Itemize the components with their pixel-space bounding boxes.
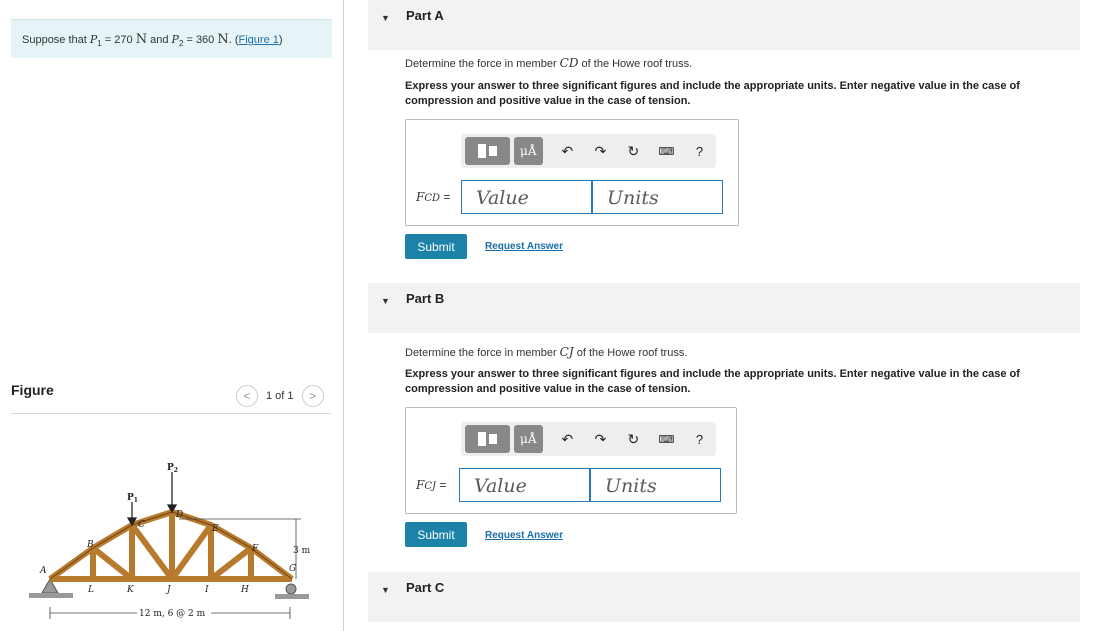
math-toolbar: μÅ ↶ ↷ ↻ ⌨ ?	[461, 422, 716, 456]
howe-truss-figure: P1 P2 A B C D E F G L K J I H 3 m 12 m, …	[29, 463, 311, 619]
part-a-instructions: Express your answer to three significant…	[405, 80, 1020, 107]
joint-l: L	[87, 585, 94, 595]
part-c-header[interactable]: ▼ Part C	[368, 572, 1080, 622]
part-a-header[interactable]: ▼ Part A	[368, 0, 1080, 50]
units-input[interactable]: Units	[592, 180, 723, 214]
part-b-question: Determine the force in member CJ of the …	[405, 345, 688, 359]
part-a-answer-box: μÅ ↶ ↷ ↻ ⌨ ? FCD = Value Units	[405, 119, 739, 226]
value-input[interactable]: Value	[461, 180, 592, 214]
figure-label: Figure	[11, 382, 54, 398]
field-label: FCD =	[416, 190, 451, 204]
prev-figure-button[interactable]: <	[236, 385, 258, 407]
joint-k: K	[126, 585, 135, 595]
request-answer-link[interactable]: Request Answer	[485, 241, 563, 252]
units-symbol-button[interactable]: μÅ	[513, 137, 543, 165]
joint-f: F	[251, 544, 259, 554]
undo-icon[interactable]: ↶	[551, 431, 584, 448]
templates-button[interactable]	[465, 137, 510, 165]
joint-c: C	[138, 520, 145, 530]
span-label: 12 m, 6 @ 2 m	[139, 609, 206, 619]
units-symbol-button[interactable]: μÅ	[513, 425, 543, 453]
reset-icon[interactable]: ↻	[617, 143, 650, 160]
help-icon[interactable]: ?	[683, 144, 716, 159]
right-support	[275, 583, 309, 599]
keyboard-icon[interactable]: ⌨	[650, 433, 683, 446]
part-a-question: Determine the force in member CD of the …	[405, 56, 693, 70]
math-toolbar: μÅ ↶ ↷ ↻ ⌨ ?	[461, 134, 716, 168]
redo-icon[interactable]: ↷	[584, 143, 617, 160]
load-p2-label: P2	[167, 463, 178, 474]
templates-button[interactable]	[465, 425, 510, 453]
field-label: FCJ =	[416, 478, 447, 492]
submit-button[interactable]: Submit	[405, 522, 467, 547]
help-icon[interactable]: ?	[683, 432, 716, 447]
submit-button[interactable]: Submit	[405, 234, 467, 259]
joint-g: G	[289, 564, 296, 574]
load-p1-label: P1	[127, 493, 138, 504]
joint-j: J	[165, 585, 172, 595]
request-answer-link[interactable]: Request Answer	[485, 530, 563, 541]
part-b-answer-box: μÅ ↶ ↷ ↻ ⌨ ? FCJ = Value Units	[405, 407, 737, 514]
keyboard-icon[interactable]: ⌨	[650, 145, 683, 158]
redo-icon[interactable]: ↷	[584, 431, 617, 448]
collapse-icon: ▼	[381, 585, 390, 595]
pager-text: 1 of 1	[266, 390, 294, 402]
left-panel: Suppose that P1 = 270 N and P2 = 360 N. …	[0, 0, 344, 631]
figure-pager: < 1 of 1 >	[236, 385, 324, 407]
reset-icon[interactable]: ↻	[617, 431, 650, 448]
joint-b: B	[86, 540, 94, 550]
units-input[interactable]: Units	[590, 468, 721, 502]
next-figure-button[interactable]: >	[301, 385, 324, 407]
joint-i: I	[204, 585, 209, 595]
joint-e: E	[211, 524, 219, 534]
collapse-icon: ▼	[381, 296, 390, 306]
joint-d: D	[175, 510, 183, 520]
joint-h: H	[240, 585, 249, 595]
height-label: 3 m	[293, 546, 311, 556]
problem-statement: Suppose that P1 = 270 N and P2 = 360 N. …	[11, 19, 332, 58]
figure-link[interactable]: Figure 1	[239, 34, 279, 46]
panel-divider	[343, 0, 344, 631]
joint-a: A	[39, 566, 47, 576]
figure-divider	[11, 413, 331, 414]
part-b-header[interactable]: ▼ Part B	[368, 283, 1080, 333]
value-input[interactable]: Value	[459, 468, 590, 502]
undo-icon[interactable]: ↶	[551, 143, 584, 160]
collapse-icon: ▼	[381, 13, 390, 23]
part-b-instructions: Express your answer to three significant…	[405, 368, 1020, 395]
